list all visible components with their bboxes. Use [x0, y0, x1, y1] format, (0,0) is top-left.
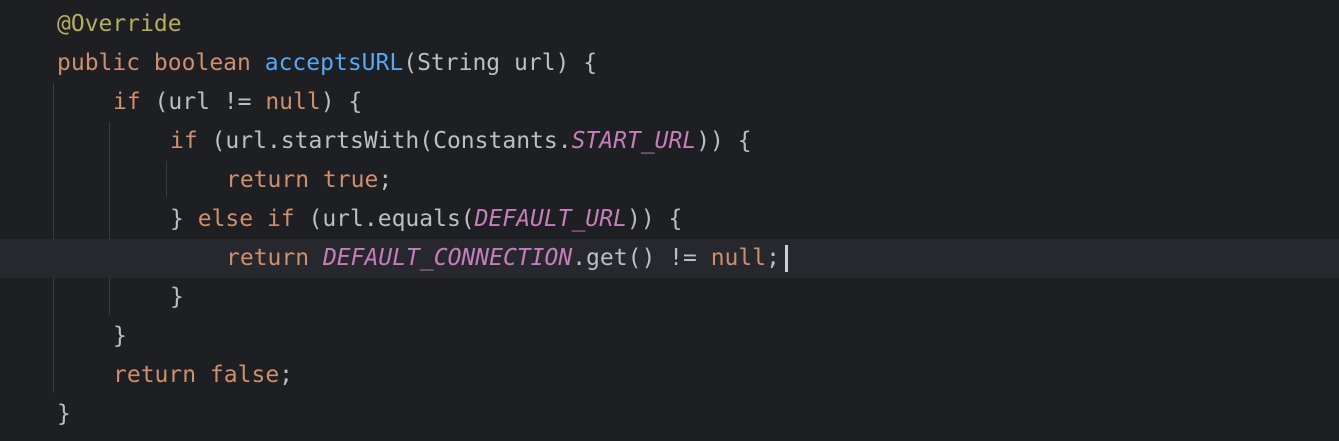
text-token: ) {	[320, 89, 363, 115]
keyword-token: return true	[226, 167, 379, 193]
keyword-token: else if	[197, 206, 295, 232]
code-line[interactable]: if (url.startsWith(Constants.START_URL))…	[0, 122, 1339, 161]
keyword-token: if	[113, 89, 141, 115]
code-line[interactable]: if (url != null) {	[0, 83, 1339, 122]
current-code-line[interactable]: return DEFAULT_CONNECTION.get() != null;	[0, 239, 1339, 278]
text-token: )) {	[696, 128, 752, 154]
text-token: (url.equals(	[294, 206, 475, 232]
text-token: .get() !=	[572, 245, 711, 271]
text-token: }	[170, 206, 198, 232]
constant-token: DEFAULT_URL	[474, 206, 627, 232]
keyword-token: if	[170, 128, 198, 154]
text-caret	[785, 245, 788, 272]
text-token: )) {	[626, 206, 683, 232]
method-name-token: acceptsURL	[264, 50, 404, 76]
code-line[interactable]: }	[0, 395, 1339, 434]
brace-token: }	[170, 284, 184, 310]
brace-token: }	[113, 323, 127, 349]
text-token: (String url) {	[403, 50, 598, 76]
code-line[interactable]: public boolean acceptsURL(String url) {	[0, 44, 1339, 83]
text-token: (url.startsWith(Constants.	[197, 128, 572, 154]
constant-token: DEFAULT_CONNECTION	[322, 245, 573, 271]
keyword-token: null	[265, 89, 321, 115]
constant-token: START_URL	[571, 128, 697, 154]
keyword-token: public boolean	[57, 50, 251, 76]
text-token: ;	[378, 167, 393, 193]
code-editor[interactable]: @Override public boolean acceptsURL(Stri…	[0, 0, 1339, 441]
code-line[interactable]: }	[0, 317, 1339, 356]
code-line[interactable]: }	[0, 278, 1339, 317]
annotation-token: @Override	[57, 11, 182, 37]
code-line[interactable]: } else if (url.equals(DEFAULT_URL)) {	[0, 200, 1339, 239]
keyword-token: return	[226, 245, 310, 271]
keyword-token: null	[710, 245, 767, 271]
text-token: ;	[279, 362, 294, 388]
text-token: ;	[766, 245, 780, 271]
brace-token: }	[57, 401, 71, 427]
code-line[interactable]: return false;	[0, 356, 1339, 395]
code-line[interactable]: @Override	[0, 5, 1339, 44]
code-line[interactable]: return true;	[0, 161, 1339, 200]
keyword-token: return false	[113, 362, 280, 388]
text-token: (url !=	[140, 89, 266, 115]
